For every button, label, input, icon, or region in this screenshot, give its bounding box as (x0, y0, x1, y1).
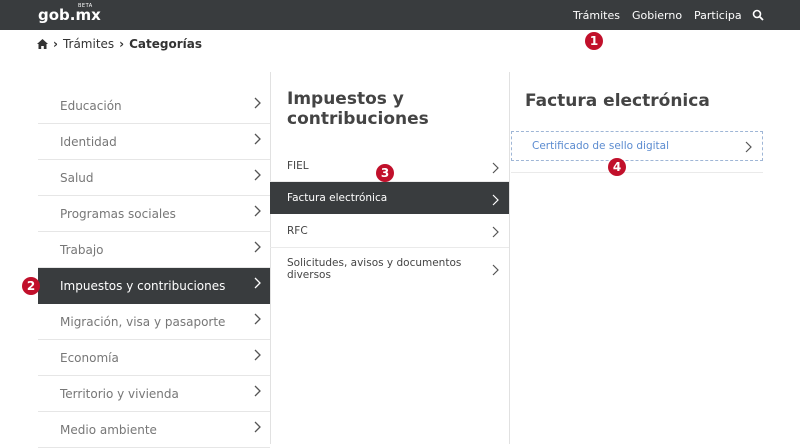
subcategory-label: Solicitudes, avisos y documentos diverso… (287, 257, 462, 281)
breadcrumb-separator: › (119, 37, 125, 51)
column-divider (509, 72, 510, 444)
category-label: Economía (60, 351, 119, 365)
category-item-medio-ambiente[interactable]: Medio ambiente (38, 412, 270, 448)
category-label: Identidad (60, 135, 117, 149)
category-item-migracion[interactable]: Migración, visa y pasaporte (38, 304, 270, 340)
procedure-label: Certificado de sello digital (532, 140, 670, 152)
category-item-trabajo[interactable]: Trabajo (38, 232, 270, 268)
subcategory-label: FIEL (287, 160, 309, 172)
category-label: Salud (60, 171, 94, 185)
chevron-right-icon (254, 97, 261, 109)
subcategory-item-factura[interactable]: Factura electrónica (270, 182, 509, 214)
beta-label: BETA (78, 3, 93, 9)
procedure-title: Factura electrónica (525, 91, 710, 111)
category-label: Impuestos y contribuciones (60, 279, 226, 293)
nav-participa[interactable]: Participa (694, 9, 742, 22)
nav-gobierno[interactable]: Gobierno (632, 9, 682, 22)
category-item-economia[interactable]: Economía (38, 340, 270, 376)
chevron-right-icon (254, 277, 261, 289)
subcategory-title: Impuestos y contribuciones (287, 89, 429, 129)
category-label: Trabajo (60, 243, 104, 257)
chevron-right-icon (254, 313, 261, 325)
subcategory-label: Factura electrónica (287, 192, 388, 204)
chevron-right-icon (254, 349, 261, 361)
annotation-badge-4: 4 (608, 158, 626, 176)
subcategory-item-solicitudes[interactable]: Solicitudes, avisos y documentos diverso… (270, 248, 509, 294)
category-label: Programas sociales (60, 207, 176, 221)
category-label: Educación (60, 99, 122, 113)
category-list: Educación Identidad Salud Programas soci… (38, 88, 270, 448)
category-label: Migración, visa y pasaporte (60, 315, 226, 329)
nav-tramites[interactable]: Trámites (573, 9, 620, 22)
gobmx-logo[interactable]: gob.mx BETA (38, 3, 101, 24)
category-item-programas-sociales[interactable]: Programas sociales (38, 196, 270, 232)
chevron-right-icon (745, 141, 752, 153)
chevron-right-icon (492, 194, 499, 206)
annotation-badge-3: 3 (376, 164, 394, 182)
chevron-right-icon (492, 226, 499, 238)
annotation-badge-1: 1 (585, 32, 603, 50)
chevron-right-icon (492, 264, 499, 276)
breadcrumb-categorias: Categorías (129, 37, 203, 51)
breadcrumb-separator: › (53, 37, 58, 51)
breadcrumb: › Trámites › Categorías (37, 37, 202, 51)
category-label: Medio ambiente (60, 423, 157, 437)
procedure-divider (511, 172, 763, 173)
home-icon[interactable] (37, 39, 48, 49)
chevron-right-icon (254, 421, 261, 433)
breadcrumb-tramites[interactable]: Trámites (63, 37, 114, 51)
category-item-salud[interactable]: Salud (38, 160, 270, 196)
annotation-badge-2: 2 (22, 277, 40, 295)
chevron-right-icon (492, 162, 499, 174)
category-item-impuestos[interactable]: Impuestos y contribuciones (38, 268, 270, 304)
subcategory-label: RFC (287, 225, 308, 237)
search-icon[interactable] (752, 9, 764, 21)
category-item-territorio[interactable]: Territorio y vivienda (38, 376, 270, 412)
chevron-right-icon (254, 169, 261, 181)
subcategory-item-rfc[interactable]: RFC (270, 214, 509, 248)
category-item-educacion[interactable]: Educación (38, 88, 270, 124)
top-navbar: gob.mx BETA Trámites Gobierno Participa (0, 0, 800, 30)
category-item-identidad[interactable]: Identidad (38, 124, 270, 160)
chevron-right-icon (254, 205, 261, 217)
chevron-right-icon (254, 385, 261, 397)
procedure-item-certificado[interactable]: Certificado de sello digital (511, 131, 763, 161)
chevron-right-icon (254, 133, 261, 145)
chevron-right-icon (254, 241, 261, 253)
category-label: Territorio y vivienda (60, 387, 179, 401)
